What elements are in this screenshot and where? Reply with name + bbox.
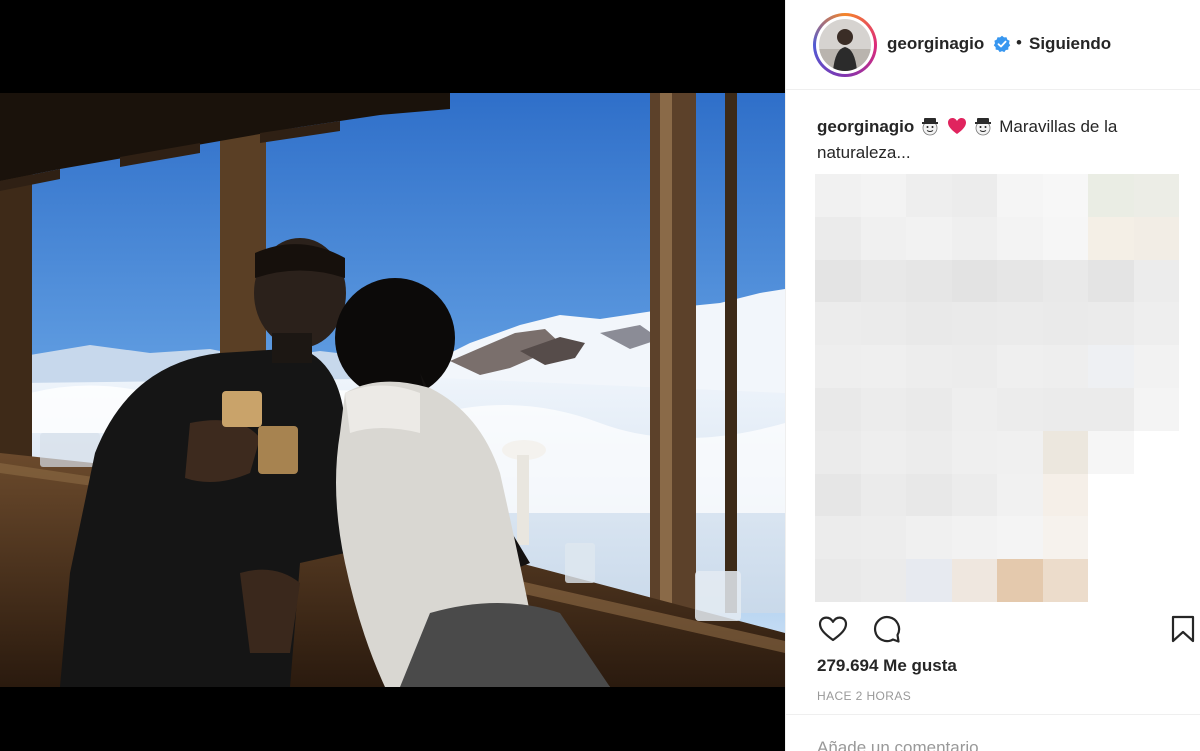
avatar[interactable] <box>816 16 874 74</box>
post-photo[interactable] <box>0 93 785 687</box>
comment-bubble-icon[interactable] <box>870 613 902 645</box>
snowman-icon <box>975 118 992 136</box>
post-media <box>0 0 785 751</box>
red-heart-icon <box>947 118 966 134</box>
following-button[interactable]: Siguiendo <box>1029 34 1111 54</box>
post-timestamp[interactable]: HACE 2 HORAS <box>817 689 911 703</box>
instagram-post: georginagio • Siguiendo georginagio Mara… <box>0 0 1200 751</box>
caption-username[interactable]: georginagio <box>817 117 914 136</box>
header-separator: • <box>1016 33 1022 52</box>
post-caption: georginagio Maravillas de la naturaleza.… <box>817 114 1177 166</box>
bookmark-icon[interactable] <box>1167 613 1199 645</box>
avatar-image <box>819 19 871 71</box>
post-header: georginagio • Siguiendo <box>786 0 1200 90</box>
comment-input[interactable] <box>817 737 1157 751</box>
comment-bar <box>786 714 1200 751</box>
verified-badge-icon <box>993 35 1011 53</box>
story-ring[interactable] <box>813 13 877 77</box>
post-username[interactable]: georginagio <box>887 34 984 54</box>
pixelated-comments-area <box>815 174 1179 602</box>
likes-count[interactable]: 279.694 Me gusta <box>817 656 957 676</box>
post-actions <box>786 605 1200 651</box>
post-side-panel: georginagio • Siguiendo georginagio Mara… <box>785 0 1200 751</box>
heart-icon[interactable] <box>817 613 849 645</box>
snowman-icon <box>922 118 939 136</box>
